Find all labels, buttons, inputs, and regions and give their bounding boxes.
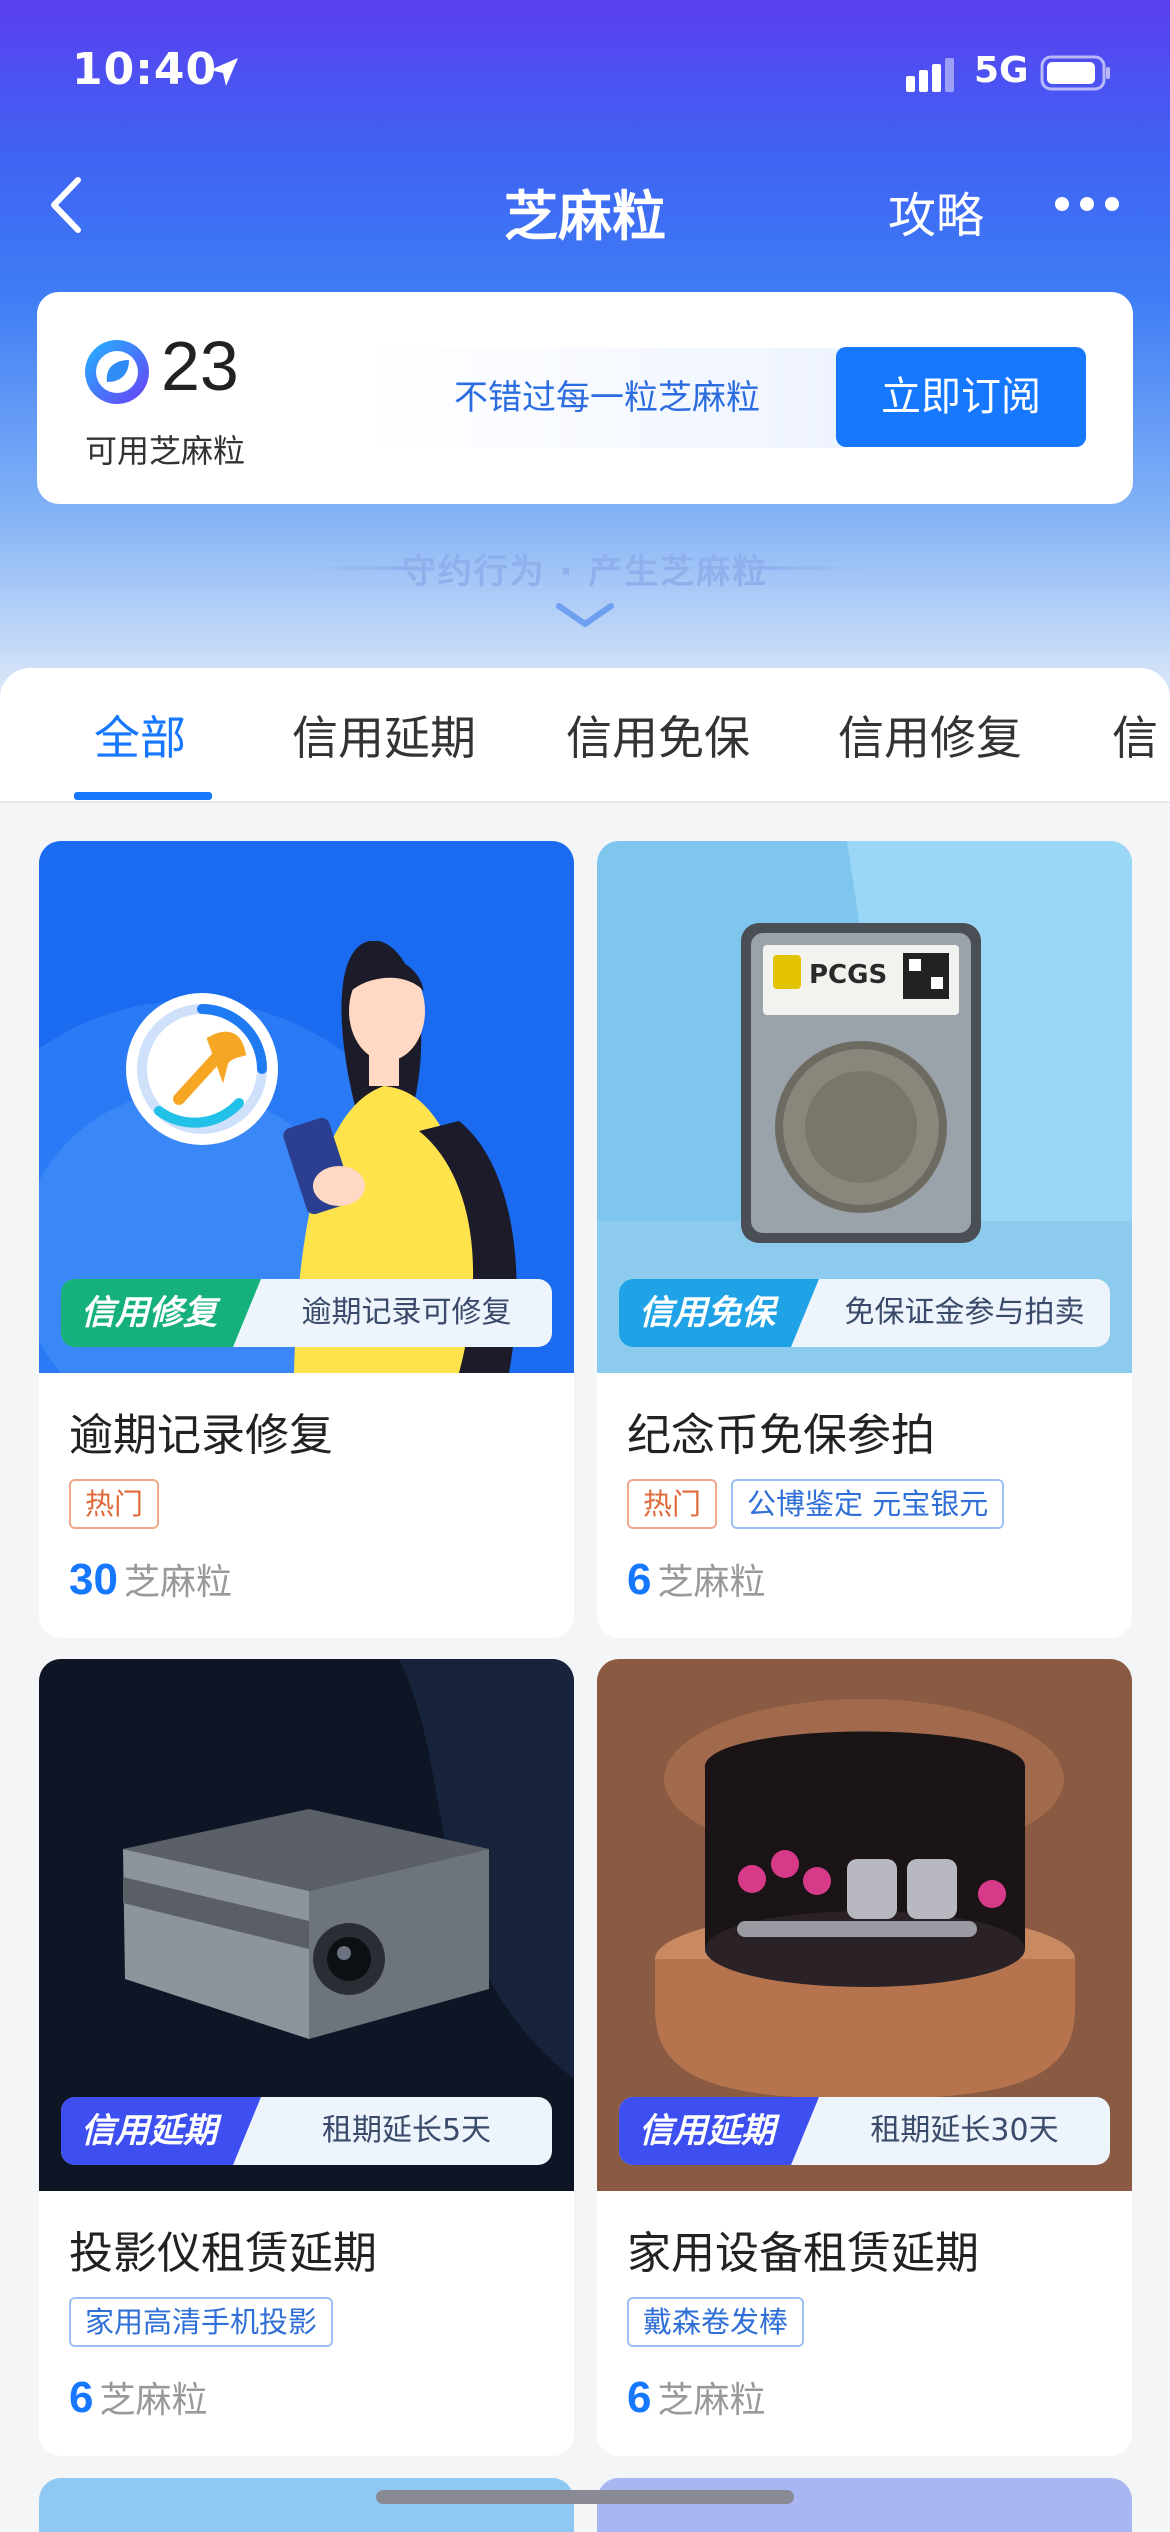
points-value: 6 [627, 1555, 652, 1604]
location-arrow-icon [210, 58, 238, 86]
points-unit: 芝麻粒 [657, 1562, 766, 1603]
sesame-count: 23 [161, 327, 239, 405]
feature-chip: 戴森卷发棒 [627, 2297, 805, 2347]
chip-row: 家用高清手机投影 [69, 2297, 334, 2347]
points-cost: 6 芝麻粒 [627, 1553, 766, 1605]
points-unit: 芝麻粒 [99, 2380, 208, 2421]
card-title: 纪念币免保参拍 [627, 1410, 935, 1461]
chevron-down-icon[interactable] [555, 600, 615, 630]
status-time: 10:40 [72, 44, 218, 95]
category-tabs: 全部 信用延期 信用免保 信用修复 信 [0, 668, 1170, 803]
sesame-logo-icon [85, 340, 149, 404]
sesame-summary-card: 23 可用芝麻粒 不错过每一粒芝麻粒 立即订阅 [37, 292, 1133, 504]
product-card[interactable]: 信用修复 逾期记录可修复 逾期记录修复 热门 30 芝麻粒 [39, 841, 574, 1638]
network-type: 5G [974, 50, 1029, 91]
points-unit: 芝麻粒 [657, 2380, 766, 2421]
badge-tag: 信用免保 [619, 1279, 819, 1347]
chip-row: 热门 [69, 1479, 160, 1529]
points-value: 6 [627, 2373, 652, 2422]
guide-link[interactable]: 攻略 [888, 176, 984, 246]
product-card-peek[interactable] [39, 2478, 574, 2532]
signal-icon [906, 58, 954, 92]
promo-badge: 信用延期 租期延长30天 [619, 2097, 1110, 2165]
badge-tag: 信用延期 [619, 2097, 819, 2165]
tab-all[interactable]: 全部 [94, 702, 186, 768]
card-title: 投影仪租赁延期 [69, 2228, 377, 2279]
hero-tagline: 守约行为 · 产生芝麻粒 [401, 552, 769, 592]
tab-credit-repair[interactable]: 信用修复 [838, 702, 1022, 768]
badge-text: 租期延长30天 [870, 2113, 1059, 2148]
card-title: 逾期记录修复 [69, 1410, 333, 1461]
promo-badge: 信用延期 租期延长5天 [61, 2097, 552, 2165]
points-unit: 芝麻粒 [123, 1562, 232, 1603]
page-title: 芝麻粒 [504, 185, 666, 248]
tagline-divider-right [752, 566, 862, 570]
badge-text: 免保证金参与拍卖 [844, 1295, 1085, 1330]
more-options-icon[interactable] [1052, 190, 1122, 218]
sesame-count-label: 可用芝麻粒 [85, 432, 246, 470]
product-card[interactable]: PCGS 信用免保 免保证金参与拍卖 纪念币免保参拍 热门 公博鉴定 元宝银元 … [597, 841, 1132, 1638]
badge-text: 逾期记录可修复 [301, 1295, 512, 1330]
tab-more-truncated[interactable]: 信 [1112, 702, 1158, 768]
points-value: 6 [69, 2373, 94, 2422]
svg-text:PCGS: PCGS [809, 960, 887, 990]
points-cost: 6 芝麻粒 [627, 2371, 766, 2423]
points-cost: 30 芝麻粒 [69, 1553, 232, 1605]
card-title: 家用设备租赁延期 [627, 2228, 979, 2279]
badge-text: 租期延长5天 [321, 2113, 492, 2148]
badge-tag: 信用修复 [61, 1279, 261, 1347]
feature-chip: 家用高清手机投影 [69, 2297, 334, 2347]
promo-badge: 信用免保 免保证金参与拍卖 [619, 1279, 1110, 1347]
status-bar: 10:40 5G [0, 0, 1170, 150]
points-value: 30 [69, 1555, 118, 1604]
product-card[interactable]: 信用延期 租期延长5天 投影仪租赁延期 家用高清手机投影 6 芝麻粒 [39, 1659, 574, 2456]
product-card[interactable]: 信用延期 租期延长30天 家用设备租赁延期 戴森卷发棒 6 芝麻粒 [597, 1659, 1132, 2456]
sesame-slogan: 不错过每一粒芝麻粒 [367, 348, 847, 448]
promo-badge: 信用修复 逾期记录可修复 [61, 1279, 552, 1347]
product-card-peek[interactable] [597, 2478, 1132, 2532]
badge-tag: 信用延期 [61, 2097, 261, 2165]
feature-chip: 公博鉴定 元宝银元 [731, 1479, 1005, 1529]
hot-chip: 热门 [69, 1479, 160, 1529]
battery-icon [1040, 55, 1110, 91]
subscribe-button[interactable]: 立即订阅 [836, 347, 1086, 447]
chip-row: 热门 公博鉴定 元宝银元 [627, 1479, 1005, 1529]
points-cost: 6 芝麻粒 [69, 2371, 208, 2423]
active-tab-indicator [74, 792, 212, 800]
home-indicator[interactable] [376, 2490, 794, 2504]
tab-credit-waiver[interactable]: 信用免保 [566, 702, 750, 768]
tab-credit-extension[interactable]: 信用延期 [292, 702, 476, 768]
hot-chip: 热门 [627, 1479, 718, 1529]
chip-row: 戴森卷发棒 [627, 2297, 805, 2347]
